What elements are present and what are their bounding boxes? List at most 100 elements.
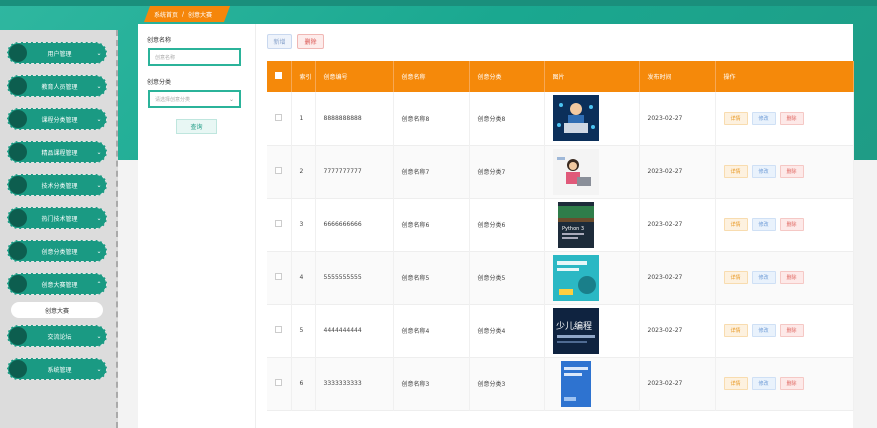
cell-category: 创意分类6: [469, 198, 545, 251]
row-checkbox[interactable]: [275, 220, 282, 227]
book-title-text: Python 3: [562, 226, 584, 232]
name-filter-label: 创意名称: [147, 37, 172, 44]
row-checkbox[interactable]: [275, 379, 282, 386]
cell-index: 6: [291, 357, 316, 410]
detail-button[interactable]: 详情: [723, 377, 748, 390]
edit-button[interactable]: 修改: [751, 324, 776, 337]
table-row: 3 6666666666 创意名称6 创意分类6 Python 3 2023-0…: [267, 198, 854, 251]
cell-category: 创意分类5: [469, 251, 545, 304]
detail-button[interactable]: 详情: [723, 165, 748, 178]
row-delete-button[interactable]: 删除: [779, 271, 804, 284]
chevron-down-icon: ⌄: [96, 181, 102, 189]
sidebar: 用户管理 ⌄ 教育人员管理 ⌄ 课程分类管理 ⌄ 精品课程管理 ⌄ 技术分类管理…: [0, 30, 118, 428]
category-filter-label: 创意分类: [147, 79, 172, 86]
breadcrumb-home[interactable]: 系统首页: [154, 10, 178, 19]
cell-date: 2023-02-27: [639, 251, 716, 304]
table-row: 4 5555555555 创意名称5 创意分类5 2023-02-27 详情 修…: [267, 251, 854, 304]
category-select[interactable]: 请选择创意分类 ⌄: [148, 90, 241, 108]
edit-button[interactable]: 修改: [751, 271, 776, 284]
add-button[interactable]: 新增: [267, 34, 292, 49]
chevron-down-icon: ⌄: [96, 148, 102, 156]
sidebar-item-tech-categories[interactable]: 技术分类管理 ⌄: [7, 174, 107, 196]
sidebar-item-users[interactable]: 用户管理 ⌄: [7, 42, 107, 64]
header-date: 发布时间: [639, 61, 716, 92]
sidebar-item-idea-contest[interactable]: 创意大赛管理 ⌃: [7, 273, 107, 295]
cell-category: 创意分类4: [469, 304, 545, 357]
breadcrumb-current: 创意大赛: [188, 11, 213, 19]
query-button[interactable]: 查询: [176, 119, 217, 134]
breadcrumb-separator: /: [182, 10, 185, 18]
menu-bullet-icon: [9, 44, 27, 62]
detail-button[interactable]: 详情: [723, 324, 748, 337]
header-category: 创意分类: [469, 61, 545, 92]
row-checkbox[interactable]: [275, 326, 282, 333]
cell-index: 3: [291, 198, 316, 251]
menu-bullet-icon: [9, 209, 27, 227]
cell-name: 创意名称5: [393, 251, 470, 304]
chevron-down-icon: ⌄: [96, 115, 102, 123]
cell-date: 2023-02-27: [639, 304, 716, 357]
girl-laptop-image: [552, 148, 599, 195]
boy-laptop-image: [552, 95, 599, 142]
table-row: 1 8888888888 创意名称8 创意分类8 2023-02-27 详情 修…: [267, 92, 854, 145]
table-row: 2 7777777777 创意名称7 创意分类7 2023-02-27 详情 修…: [267, 145, 854, 198]
teal-book-cover: [552, 254, 599, 301]
menu-bullet-icon: [9, 242, 27, 260]
menu-bullet-icon: [9, 110, 27, 128]
row-checkbox[interactable]: [275, 273, 282, 280]
cell-code: 5555555555: [315, 251, 394, 304]
chevron-down-icon: ⌄: [228, 95, 234, 103]
sidebar-item-educators[interactable]: 教育人员管理 ⌄: [7, 75, 107, 97]
row-delete-button[interactable]: 删除: [779, 165, 804, 178]
cell-code: 6666666666: [315, 198, 394, 251]
detail-button[interactable]: 详情: [723, 271, 748, 284]
detail-button[interactable]: 详情: [723, 218, 748, 231]
sidebar-item-courses[interactable]: 精品课程管理 ⌄: [7, 141, 107, 163]
cell-date: 2023-02-27: [639, 357, 716, 410]
breadcrumb: 系统首页 / 创意大赛: [144, 6, 230, 22]
sidebar-item-idea-categories[interactable]: 创意分类管理 ⌄: [7, 240, 107, 262]
python-book-cover: Python 3: [557, 201, 594, 248]
menu-bullet-icon: [9, 360, 27, 378]
sidebar-item-system[interactable]: 系统管理 ⌄: [7, 358, 107, 380]
row-checkbox[interactable]: [275, 167, 282, 174]
cell-name: 创意名称6: [393, 198, 470, 251]
edit-button[interactable]: 修改: [751, 165, 776, 178]
table-row: 5 4444444444 创意名称4 创意分类4 少儿编程 2023-02-27: [267, 304, 854, 357]
cell-category: 创意分类8: [469, 92, 545, 145]
cell-code: 4444444444: [315, 304, 394, 357]
sidebar-item-course-categories[interactable]: 课程分类管理 ⌄: [7, 108, 107, 130]
cell-code: 7777777777: [315, 145, 394, 198]
edit-button[interactable]: 修改: [751, 377, 776, 390]
sidebar-subitem-idea-contest[interactable]: 创意大赛: [11, 302, 103, 318]
chevron-down-icon: ⌄: [96, 365, 102, 373]
edit-button[interactable]: 修改: [751, 218, 776, 231]
name-search-input[interactable]: 创意名称: [148, 48, 241, 66]
sidebar-item-forum[interactable]: 交流论坛 ⌄: [7, 325, 107, 347]
row-delete-button[interactable]: 删除: [779, 377, 804, 390]
sidebar-item-hot-tech[interactable]: 热门技术管理 ⌄: [7, 207, 107, 229]
header-index: 索引: [291, 61, 316, 92]
cell-index: 1: [291, 92, 316, 145]
row-checkbox[interactable]: [275, 113, 282, 121]
chevron-down-icon: ⌄: [96, 332, 102, 340]
cell-index: 2: [291, 145, 316, 198]
header-actions: 操作: [715, 61, 854, 92]
chevron-down-icon: ⌄: [96, 49, 102, 57]
row-delete-button[interactable]: 删除: [779, 218, 804, 231]
cell-date: 2023-02-27: [639, 92, 716, 145]
menu-bullet-icon: [9, 143, 27, 161]
cell-name: 创意名称8: [393, 92, 470, 145]
cell-category: 创意分类7: [469, 145, 545, 198]
row-delete-button[interactable]: 删除: [779, 324, 804, 337]
select-all-checkbox[interactable]: [275, 72, 282, 79]
edit-button[interactable]: 修改: [751, 111, 776, 125]
menu-bullet-icon: [9, 77, 27, 95]
chevron-down-icon: ⌄: [96, 247, 102, 255]
detail-button[interactable]: 详情: [723, 111, 748, 125]
main-panel: 创意名称 创意名称 创意分类 请选择创意分类 ⌄ 查询 新增 删除 索引 创意编…: [138, 24, 854, 428]
delete-button[interactable]: 删除: [297, 34, 324, 49]
row-delete-button[interactable]: 删除: [779, 111, 804, 125]
header-code: 创意编号: [315, 61, 394, 92]
cell-index: 4: [291, 251, 316, 304]
